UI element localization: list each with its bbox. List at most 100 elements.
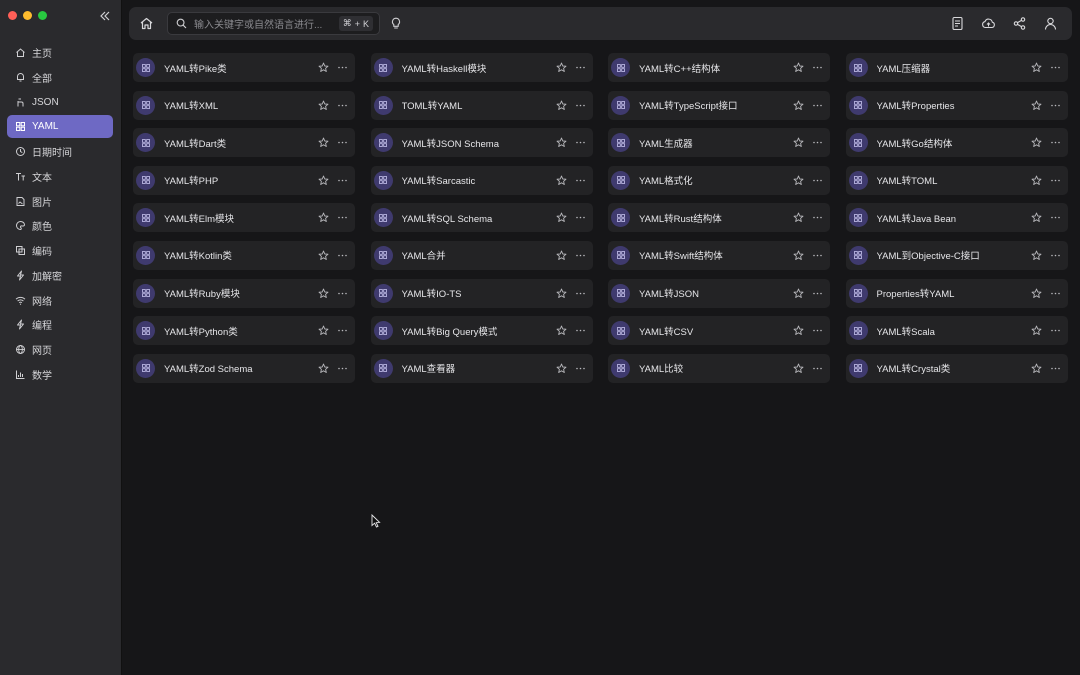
- tool-card[interactable]: YAML转Java Bean: [845, 203, 1068, 233]
- star-icon[interactable]: [1031, 212, 1042, 223]
- sidebar-item[interactable]: 颜色: [7, 214, 113, 237]
- tool-card[interactable]: YAML合并: [370, 240, 593, 270]
- home-icon[interactable]: [139, 16, 154, 31]
- tool-card[interactable]: YAML转Kotlin类: [133, 240, 355, 270]
- star-icon[interactable]: [556, 212, 567, 223]
- sidebar-item[interactable]: 数学: [7, 363, 113, 386]
- more-options-icon[interactable]: [1050, 175, 1061, 186]
- star-icon[interactable]: [793, 212, 804, 223]
- star-icon[interactable]: [556, 325, 567, 336]
- star-icon[interactable]: [556, 137, 567, 148]
- tool-card[interactable]: YAML转Ruby模块: [133, 278, 355, 308]
- tool-card[interactable]: YAML转Properties: [845, 90, 1068, 120]
- star-icon[interactable]: [318, 325, 329, 336]
- tool-card[interactable]: YAML压缩器: [845, 53, 1068, 82]
- more-options-icon[interactable]: [1050, 325, 1061, 336]
- star-icon[interactable]: [793, 175, 804, 186]
- tool-card[interactable]: YAML格式化: [608, 165, 830, 195]
- more-options-icon[interactable]: [337, 175, 348, 186]
- sidebar-item[interactable]: 主页: [7, 41, 113, 64]
- star-icon[interactable]: [793, 250, 804, 261]
- tool-card[interactable]: Properties转YAML: [845, 278, 1068, 308]
- tool-card[interactable]: YAML转Haskell模块: [370, 53, 593, 82]
- tool-card[interactable]: YAML转Elm模块: [133, 203, 355, 233]
- star-icon[interactable]: [318, 288, 329, 299]
- tool-card[interactable]: YAML转XML: [133, 90, 355, 120]
- tool-card[interactable]: YAML转Sarcastic: [370, 165, 593, 195]
- user-icon[interactable]: [1043, 16, 1058, 31]
- more-options-icon[interactable]: [1050, 288, 1061, 299]
- more-options-icon[interactable]: [575, 363, 586, 374]
- more-options-icon[interactable]: [337, 137, 348, 148]
- more-options-icon[interactable]: [812, 363, 823, 374]
- star-icon[interactable]: [318, 212, 329, 223]
- document-icon[interactable]: [950, 16, 965, 31]
- star-icon[interactable]: [1031, 288, 1042, 299]
- tool-card[interactable]: YAML转IO-TS: [370, 278, 593, 308]
- star-icon[interactable]: [793, 288, 804, 299]
- tool-card[interactable]: YAML比较: [608, 353, 830, 383]
- sidebar-item[interactable]: 全部: [7, 66, 113, 89]
- more-options-icon[interactable]: [575, 325, 586, 336]
- star-icon[interactable]: [1031, 363, 1042, 374]
- tool-card[interactable]: YAML转TypeScript接口: [608, 90, 830, 120]
- chevrons-left-icon[interactable]: [98, 9, 112, 23]
- more-options-icon[interactable]: [575, 175, 586, 186]
- tool-card[interactable]: YAML转Go结构体: [845, 128, 1068, 158]
- sidebar-item[interactable]: 加解密: [7, 264, 113, 287]
- star-icon[interactable]: [318, 137, 329, 148]
- minimize-window-button[interactable]: [23, 11, 32, 20]
- tool-card[interactable]: YAML转Dart类: [133, 128, 355, 158]
- more-options-icon[interactable]: [1050, 137, 1061, 148]
- tool-card[interactable]: TOML转YAML: [370, 90, 593, 120]
- star-icon[interactable]: [556, 288, 567, 299]
- star-icon[interactable]: [793, 363, 804, 374]
- more-options-icon[interactable]: [337, 288, 348, 299]
- star-icon[interactable]: [1031, 137, 1042, 148]
- star-icon[interactable]: [1031, 250, 1042, 261]
- tool-card[interactable]: YAML转JSON Schema: [370, 128, 593, 158]
- star-icon[interactable]: [318, 175, 329, 186]
- star-icon[interactable]: [318, 250, 329, 261]
- tool-card[interactable]: YAML转Rust结构体: [608, 203, 830, 233]
- more-options-icon[interactable]: [812, 100, 823, 111]
- more-options-icon[interactable]: [1050, 250, 1061, 261]
- share-icon[interactable]: [1012, 16, 1027, 31]
- star-icon[interactable]: [556, 175, 567, 186]
- tool-card[interactable]: YAML转Big Query模式: [370, 316, 593, 346]
- sidebar-item[interactable]: 文本: [7, 165, 113, 188]
- tool-card[interactable]: YAML转Swift结构体: [608, 240, 830, 270]
- more-options-icon[interactable]: [1050, 100, 1061, 111]
- star-icon[interactable]: [793, 62, 804, 73]
- more-options-icon[interactable]: [812, 62, 823, 73]
- tool-card[interactable]: YAML转Python类: [133, 316, 355, 346]
- tool-card[interactable]: YAML到Objective-C接口: [845, 240, 1068, 270]
- more-options-icon[interactable]: [812, 250, 823, 261]
- more-options-icon[interactable]: [575, 288, 586, 299]
- tool-card[interactable]: YAML转JSON: [608, 278, 830, 308]
- more-options-icon[interactable]: [337, 100, 348, 111]
- tool-card[interactable]: YAML查看器: [370, 353, 593, 383]
- more-options-icon[interactable]: [812, 325, 823, 336]
- sidebar-item[interactable]: 图片: [7, 190, 113, 213]
- tool-card[interactable]: YAML转SQL Schema: [370, 203, 593, 233]
- tool-card[interactable]: YAML转TOML: [845, 165, 1068, 195]
- star-icon[interactable]: [793, 137, 804, 148]
- star-icon[interactable]: [318, 62, 329, 73]
- tool-card[interactable]: YAML转CSV: [608, 316, 830, 346]
- search-input[interactable]: 输入关键字或自然语言进行... ⌘ + K: [167, 12, 380, 35]
- more-options-icon[interactable]: [812, 288, 823, 299]
- star-icon[interactable]: [556, 62, 567, 73]
- close-window-button[interactable]: [8, 11, 17, 20]
- more-options-icon[interactable]: [575, 137, 586, 148]
- maximize-window-button[interactable]: [38, 11, 47, 20]
- more-options-icon[interactable]: [337, 212, 348, 223]
- star-icon[interactable]: [556, 100, 567, 111]
- lightbulb-icon[interactable]: [390, 17, 402, 30]
- star-icon[interactable]: [793, 325, 804, 336]
- star-icon[interactable]: [1031, 175, 1042, 186]
- star-icon[interactable]: [1031, 325, 1042, 336]
- sidebar-item[interactable]: JSON: [7, 91, 113, 114]
- star-icon[interactable]: [793, 100, 804, 111]
- sidebar-item[interactable]: 编程: [7, 313, 113, 336]
